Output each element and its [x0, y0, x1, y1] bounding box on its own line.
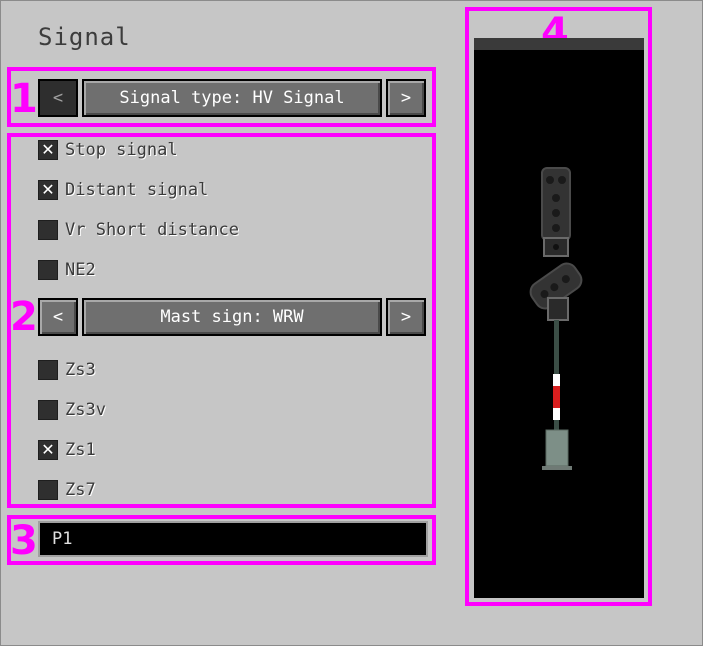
signal-preview[interactable] — [474, 38, 644, 598]
signal-name-input[interactable]: P1 — [38, 521, 428, 557]
signal-model-icon — [529, 167, 583, 470]
checkbox-vr-short-distance[interactable] — [38, 220, 58, 240]
option-label: Zs1 — [65, 440, 96, 460]
signal-type-prev-button[interactable]: < — [38, 79, 78, 117]
option-label: NE2 — [65, 260, 96, 280]
checkbox-zs7[interactable] — [38, 480, 58, 500]
option-label: Stop signal — [65, 140, 178, 160]
checkbox-distant-signal[interactable]: ✕ — [38, 180, 58, 200]
option-label: Distant signal — [65, 180, 209, 200]
chevron-left-icon: < — [52, 88, 64, 108]
option-zs3v[interactable]: Zs3v — [38, 399, 106, 421]
chevron-right-icon: > — [400, 307, 412, 327]
annotation-number-3: 3 — [10, 518, 38, 564]
option-zs7[interactable]: Zs7 — [38, 479, 96, 501]
option-ne2[interactable]: NE2 — [38, 259, 96, 281]
option-stop-signal[interactable]: ✕ Stop signal — [38, 139, 178, 161]
chevron-right-icon: > — [400, 88, 412, 108]
checkbox-stop-signal[interactable]: ✕ — [38, 140, 58, 160]
signal-config-window: Signal 1 2 3 4 < Signal type: HV Signal … — [0, 0, 703, 646]
option-label: Zs3 — [65, 360, 96, 380]
window-title: Signal — [38, 23, 131, 51]
option-zs1[interactable]: ✕ Zs1 — [38, 439, 96, 461]
option-vr-short-distance[interactable]: Vr Short distance — [38, 219, 239, 241]
mast-sign-prev-button[interactable]: < — [38, 298, 78, 336]
mast-sign-button[interactable]: Mast sign: WRW — [82, 298, 382, 336]
checkbox-zs3[interactable] — [38, 360, 58, 380]
option-distant-signal[interactable]: ✕ Distant signal — [38, 179, 208, 201]
chevron-left-icon: < — [52, 307, 64, 327]
option-label: Zs3v — [65, 400, 106, 420]
mast-sign-next-button[interactable]: > — [386, 298, 426, 336]
option-label: Zs7 — [65, 480, 96, 500]
annotation-number-2: 2 — [10, 294, 38, 340]
annotation-number-1: 1 — [10, 76, 38, 122]
option-zs3[interactable]: Zs3 — [38, 359, 96, 381]
checkbox-zs3v[interactable] — [38, 400, 58, 420]
option-label: Vr Short distance — [65, 220, 239, 240]
checkbox-ne2[interactable] — [38, 260, 58, 280]
checkbox-zs1[interactable]: ✕ — [38, 440, 58, 460]
signal-type-button[interactable]: Signal type: HV Signal — [82, 79, 382, 117]
signal-type-next-button[interactable]: > — [386, 79, 426, 117]
